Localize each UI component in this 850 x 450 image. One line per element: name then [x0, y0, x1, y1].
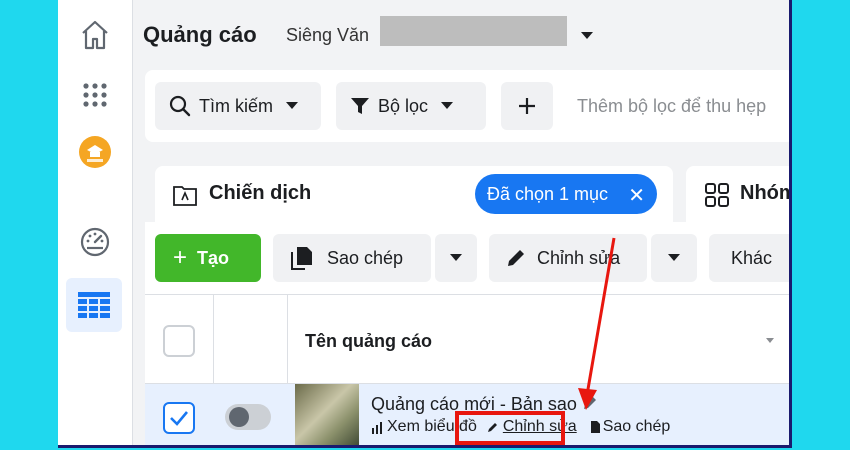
- add-filter-input[interactable]: Thêm bộ lọc để thu hẹp: [577, 96, 766, 117]
- page-title: Quảng cáo: [143, 22, 257, 47]
- copy-icon: [589, 420, 601, 434]
- more-label: Khác: [731, 247, 773, 268]
- action-toolbar: + Tạo Sao chép Chỉnh sửa Khác: [145, 222, 789, 294]
- plus-icon: [517, 96, 537, 116]
- search-icon: [169, 95, 191, 117]
- copy-icon: [289, 245, 315, 271]
- edit-dropdown-button[interactable]: [651, 234, 697, 282]
- filter-label: Bộ lọc: [378, 95, 429, 116]
- tab-campaigns[interactable]: Chiến dịch Đã chọn 1 mục ✕: [155, 166, 673, 222]
- selected-chip-label: Đã chọn 1 mục: [487, 183, 609, 204]
- caret-down-icon: [449, 253, 463, 263]
- filter-funnel-icon: [350, 96, 370, 116]
- copy-button[interactable]: Sao chép: [273, 234, 431, 282]
- app-window: Quảng cáo Siêng Văn Tìm kiếm Bộ lọc Thêm…: [58, 0, 792, 448]
- caret-down-icon: [440, 101, 454, 111]
- sort-caret-icon[interactable]: [765, 337, 775, 344]
- pencil-icon: [505, 247, 527, 269]
- adset-grid-icon: [704, 182, 730, 208]
- add-filter-button[interactable]: [501, 82, 553, 130]
- create-button[interactable]: + Tạo: [155, 234, 261, 282]
- campaign-folder-icon: [173, 184, 197, 206]
- ad-status-toggle[interactable]: [225, 404, 271, 430]
- home-icon[interactable]: [58, 18, 132, 52]
- caret-down-icon: [285, 101, 299, 111]
- copy-link[interactable]: Sao chép: [603, 418, 671, 436]
- tab-adsets[interactable]: Nhóm: [686, 166, 792, 222]
- more-button[interactable]: Khác: [709, 234, 789, 282]
- chart-icon: [371, 420, 385, 434]
- table-header-row: Tên quảng cáo: [145, 295, 789, 384]
- pencil-icon[interactable]: [582, 395, 598, 411]
- copy-label: Sao chép: [327, 247, 404, 268]
- row-checkbox[interactable]: [163, 402, 195, 434]
- create-label: Tạo: [197, 247, 230, 268]
- select-all-checkbox[interactable]: [163, 325, 195, 357]
- search-label: Tìm kiếm: [199, 95, 273, 116]
- table-icon[interactable]: [66, 278, 122, 332]
- column-header-ad-name[interactable]: Tên quảng cáo: [305, 331, 432, 352]
- account-name[interactable]: Siêng Văn: [286, 25, 369, 46]
- tab-adsets-label: Nhóm: [740, 182, 792, 204]
- brand-badge-icon[interactable]: [58, 134, 132, 170]
- caret-down-icon[interactable]: [580, 28, 594, 46]
- page-header: Quảng cáo Siêng Văn: [133, 0, 789, 66]
- plus-icon: +: [173, 244, 188, 271]
- selected-chip[interactable]: Đã chọn 1 mục ✕: [475, 174, 657, 214]
- apps-grid-icon[interactable]: [58, 80, 132, 110]
- tab-campaigns-label: Chiến dịch: [209, 182, 312, 204]
- redacted-account-id: [380, 16, 567, 46]
- caret-down-icon: [667, 253, 681, 263]
- sidebar: [58, 0, 133, 445]
- filter-button[interactable]: Bộ lọc: [336, 82, 486, 130]
- ad-thumbnail: [295, 384, 359, 445]
- toggle-knob: [229, 407, 249, 427]
- main-content: Quảng cáo Siêng Văn Tìm kiếm Bộ lọc Thêm…: [133, 0, 789, 445]
- edit-button[interactable]: Chỉnh sửa: [489, 234, 647, 282]
- annotation-highlight-box: [455, 411, 565, 445]
- filter-bar: Tìm kiếm Bộ lọc Thêm bộ lọc để thu hẹp: [145, 70, 789, 142]
- search-button[interactable]: Tìm kiếm: [155, 82, 321, 130]
- close-icon[interactable]: ✕: [628, 183, 645, 208]
- edit-label: Chỉnh sửa: [537, 247, 621, 268]
- dashboard-gauge-icon[interactable]: [58, 224, 132, 260]
- checkmark-icon: [170, 411, 188, 426]
- copy-dropdown-button[interactable]: [435, 234, 477, 282]
